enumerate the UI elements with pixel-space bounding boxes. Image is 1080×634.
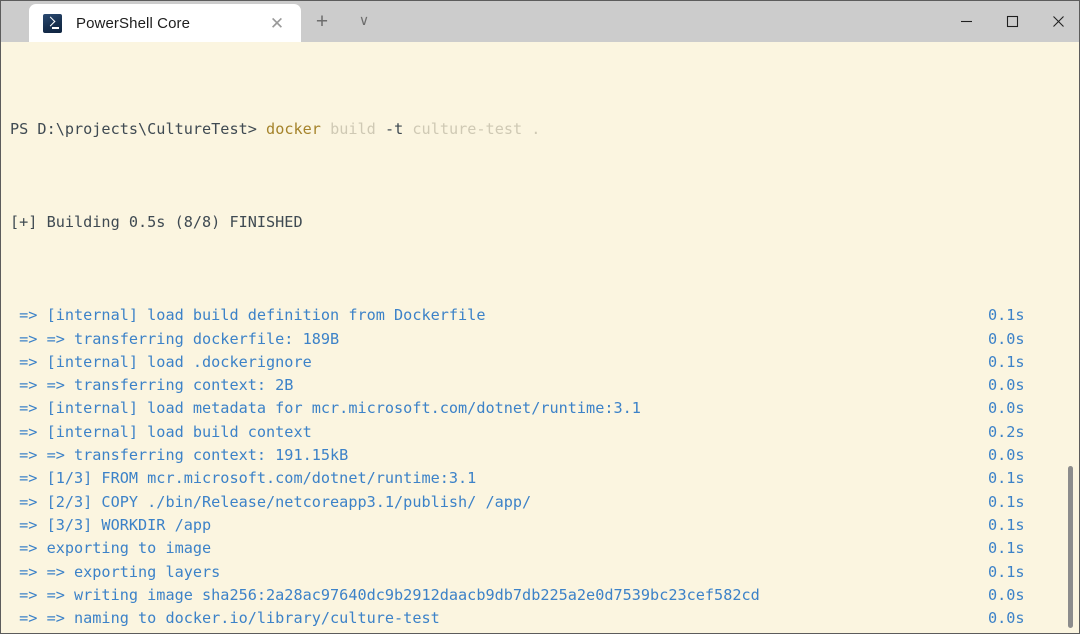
command-flag: -t	[384, 119, 404, 138]
build-step-text: => [2/3] COPY ./bin/Release/netcoreapp3.…	[10, 492, 532, 511]
build-step-row: => [3/3] WORKDIR /app 0.1s	[10, 514, 1079, 537]
powershell-icon	[43, 13, 62, 33]
build-step-row: => [internal] load build context 0.2s	[10, 421, 1079, 444]
scrollbar-thumb[interactable]	[1068, 466, 1073, 628]
build-step-text: => [internal] load metadata for mcr.micr…	[10, 399, 641, 418]
build-step-row: => => naming to docker.io/library/cultur…	[10, 607, 1079, 630]
command-tag: culture-test	[412, 119, 523, 138]
build-step-duration: 0.1s	[988, 515, 1025, 534]
build-step-duration: 0.1s	[988, 352, 1025, 371]
tab-strip: PowerShell Core ✕ + ∨	[1, 1, 385, 42]
close-button[interactable]	[1035, 1, 1079, 42]
build-step-row: => => transferring context: 191.15kB 0.0s	[10, 444, 1079, 467]
build-step-duration: 0.0s	[988, 585, 1025, 604]
build-step-duration: 0.1s	[988, 469, 1025, 488]
build-step-row: => exporting to image 0.1s	[10, 537, 1079, 560]
prompt-text: PS D:\projects\CultureTest>	[10, 119, 257, 138]
scrollbar-track[interactable]	[1062, 42, 1078, 633]
chevron-down-icon[interactable]: ∨	[343, 1, 385, 42]
build-step-text: => => writing image sha256:2a28ac97640dc…	[10, 585, 760, 604]
build-step-duration: 0.0s	[988, 446, 1025, 465]
window-controls	[943, 1, 1079, 42]
build-status-text: [+] Building 0.5s (8/8) FINISHED	[10, 213, 303, 232]
space-1	[257, 120, 266, 138]
build-step-row: => => transferring context: 2B 0.0s	[10, 374, 1079, 397]
build-step-duration: 0.1s	[988, 492, 1025, 511]
build-step-text: => => naming to docker.io/library/cultur…	[10, 609, 440, 628]
build-step-duration: 0.0s	[988, 376, 1025, 395]
maximize-button[interactable]	[989, 1, 1035, 42]
build-step-duration: 0.0s	[988, 329, 1025, 348]
terminal-window: PowerShell Core ✕ + ∨ PS D:\projects\Cul…	[0, 0, 1080, 634]
build-step-text: => [3/3] WORKDIR /app	[10, 515, 212, 534]
tab-label: PowerShell Core	[76, 14, 191, 32]
command-subcommand: build	[330, 119, 376, 138]
build-step-duration: 0.2s	[988, 422, 1025, 441]
build-step-row: => [2/3] COPY ./bin/Release/netcoreapp3.…	[10, 491, 1079, 514]
build-step-duration: 0.1s	[988, 539, 1025, 558]
build-step-row: => => transferring dockerfile: 189B 0.0s	[10, 328, 1079, 351]
build-step-duration: 0.1s	[988, 562, 1025, 581]
build-step-row: => [internal] load build definition from…	[10, 304, 1079, 327]
space-5	[522, 120, 531, 138]
build-step-row: => [1/3] FROM mcr.microsoft.com/dotnet/r…	[10, 467, 1079, 490]
command-line: PS D:\projects\CultureTest> docker build…	[10, 118, 1079, 141]
terminal-output[interactable]: PS D:\projects\CultureTest> docker build…	[2, 42, 1079, 633]
space-2	[321, 120, 330, 138]
build-step-row: => => exporting layers 0.1s	[10, 561, 1079, 584]
minimize-button[interactable]	[943, 1, 989, 42]
build-step-row: => [internal] load metadata for mcr.micr…	[10, 397, 1079, 420]
title-bar: PowerShell Core ✕ + ∨	[1, 1, 1079, 42]
command-name: docker	[266, 119, 321, 138]
build-step-text: => => transferring context: 2B	[10, 376, 294, 395]
build-step-text: => [internal] load build context	[10, 422, 312, 441]
build-step-text: => [internal] load build definition from…	[10, 306, 486, 325]
build-step-duration: 0.0s	[988, 609, 1025, 628]
build-step-duration: 0.1s	[988, 306, 1025, 325]
build-step-row: => => writing image sha256:2a28ac97640dc…	[10, 584, 1079, 607]
space-3	[376, 120, 385, 138]
build-step-duration: 0.0s	[988, 399, 1025, 418]
command-context: .	[531, 119, 541, 138]
build-step-text: => => transferring context: 191.15kB	[10, 446, 349, 465]
build-steps: => [internal] load build definition from…	[10, 304, 1079, 630]
tab-close-icon[interactable]: ✕	[263, 9, 291, 37]
build-step-text: => [internal] load .dockerignore	[10, 352, 312, 371]
build-step-row: => [internal] load .dockerignore 0.1s	[10, 351, 1079, 374]
build-step-text: => => transferring dockerfile: 189B	[10, 329, 340, 348]
build-step-text: => exporting to image	[10, 539, 212, 558]
build-step-text: => => exporting layers	[10, 562, 221, 581]
build-status-line: [+] Building 0.5s (8/8) FINISHED	[10, 211, 1079, 234]
new-tab-button[interactable]: +	[301, 1, 343, 42]
tab-powershell-core[interactable]: PowerShell Core ✕	[29, 4, 301, 42]
build-step-text: => [1/3] FROM mcr.microsoft.com/dotnet/r…	[10, 469, 477, 488]
